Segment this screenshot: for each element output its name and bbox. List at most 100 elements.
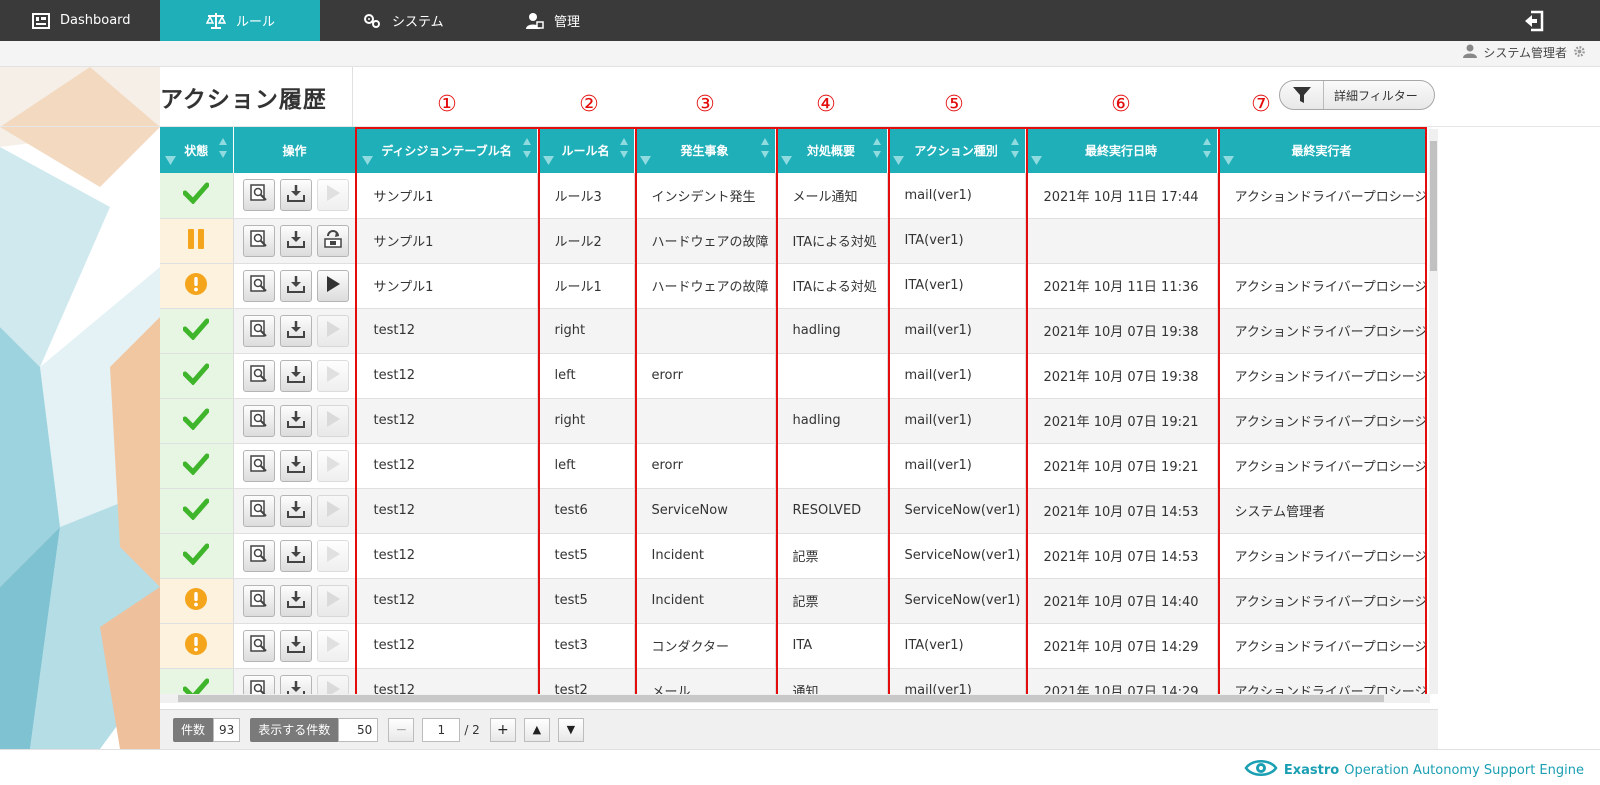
detail-search-icon [249,364,268,387]
download-button[interactable] [279,584,312,617]
column-filter-icon[interactable] [639,154,651,168]
detail-button[interactable] [242,449,275,482]
sort-icon[interactable] [872,137,882,162]
col-rule[interactable]: ルール名 [537,127,635,173]
table-row[interactable]: test12 right hadling mail(ver1) 2021年 10月 07… [160,308,1427,354]
table-body: サンプル1 ルール3 インシデント発生 メール通知 mail(ver1) 2021年 10… [160,173,1427,695]
download-button[interactable] [279,404,312,437]
sort-icon[interactable] [1010,137,1020,162]
sort-icon[interactable] [1202,137,1212,162]
executor-cell: アクションドライバープロシージャ [1217,353,1427,399]
handling-cell [775,443,888,489]
detail-button[interactable] [242,359,275,392]
table-row[interactable]: test12 right hadling mail(ver1) 2021年 10月 07… [160,398,1427,444]
gear-icon[interactable] [1573,45,1586,61]
table-row[interactable]: test12 test6 ServiceNow RESOLVED ServiceNow(… [160,488,1427,534]
column-filter-icon[interactable] [1222,154,1234,168]
download-button[interactable] [279,314,312,347]
detail-button[interactable] [242,674,275,695]
table-row[interactable]: test12 test2 メール 通知 mail(ver1) 2021年 10月 07日 … [160,668,1427,695]
col-action-type[interactable]: アクション種別 [887,127,1026,173]
nav-system[interactable]: システム [320,0,490,41]
download-button[interactable] [279,269,312,302]
table-row[interactable]: サンプル1 ルール1 ハードウェアの故障 ITAによる対処 ITA(ver1) 2021年… [160,263,1427,309]
download-button[interactable] [279,539,312,572]
per-page-input[interactable]: 50 [338,717,379,742]
vertical-scroll-thumb[interactable] [1430,141,1437,271]
resume-button[interactable] [316,224,349,257]
horizontal-scroll-thumb[interactable] [178,695,1384,702]
download-button[interactable] [279,449,312,482]
table-row[interactable]: test12 test5 Incident 記票 ServiceNow(ver1) 202… [160,533,1427,579]
download-button[interactable] [279,359,312,392]
sort-icon[interactable] [522,137,532,162]
table-row[interactable]: test12 left erorr mail(ver1) 2021年 10月 07日 1… [160,353,1427,399]
detail-button[interactable] [242,179,275,212]
decision-table-cell: test12 [356,578,538,624]
detail-button[interactable] [242,224,275,257]
col-event[interactable]: 発生事象 [634,127,776,173]
download-button[interactable] [279,494,312,527]
vertical-scrollbar[interactable] [1429,129,1438,694]
user-menu[interactable]: システム管理者 [1463,44,1586,61]
exastro-logo-icon [1244,757,1278,783]
column-filter-icon[interactable] [165,154,176,168]
rule-cell: ルール3 [537,173,635,219]
col-ops-label: 操作 [282,143,307,158]
executor-cell: アクションドライバープロシージャ [1217,578,1427,624]
column-filter-icon[interactable] [1030,154,1042,168]
detail-filter-button[interactable]: 詳細フィルター [1279,80,1435,110]
play-icon [325,410,341,432]
column-filter-icon[interactable] [361,154,373,168]
prev-page-button[interactable]: − [388,717,415,742]
table-row[interactable]: test12 test3 コンダクター ITA ITA(ver1) 2021年 10月 0… [160,623,1427,669]
detail-button[interactable] [242,269,275,302]
table-row[interactable]: サンプル1 ルール3 インシデント発生 メール通知 mail(ver1) 2021年 10… [160,173,1427,219]
col-last-exec[interactable]: 最終実行日時 [1025,127,1218,173]
detail-button[interactable] [242,539,275,572]
col-decision-table[interactable]: ディシジョンテーブル名 [356,127,538,173]
logout-button[interactable] [1522,9,1546,33]
table-row[interactable]: test12 left erorr mail(ver1) 2021年 10月 07日 1… [160,443,1427,489]
detail-button[interactable] [242,584,275,617]
detail-button[interactable] [242,314,275,347]
download-button[interactable] [279,224,312,257]
detail-button[interactable] [242,494,275,527]
rule-cell: test5 [537,533,635,579]
scroll-bottom-button[interactable]: ▼ [557,717,584,742]
detail-button[interactable] [242,404,275,437]
col-status[interactable]: 状態 [160,127,234,173]
detail-button[interactable] [242,629,275,662]
next-page-button[interactable]: + [489,717,516,742]
col-executor[interactable]: 最終実行者 [1217,127,1427,173]
background-decoration [0,67,160,749]
download-button[interactable] [279,629,312,662]
rerun-button[interactable] [316,269,349,302]
nav-rule[interactable]: ルール [160,0,320,41]
sort-icon[interactable] [218,137,228,162]
table-row[interactable]: サンプル1 ルール2 ハードウェアの故障 ITAによる対処 ITA(ver1) [160,218,1427,264]
table-row[interactable]: test12 test5 Incident 記票 ServiceNow(ver1) 202… [160,578,1427,624]
nav-admin-label: 管理 [554,15,581,30]
page-number-input[interactable]: 1 [422,717,461,742]
nav-dashboard[interactable]: Dashboard [0,0,160,41]
event-cell: インシデント発生 [634,173,776,219]
executor-cell: アクションドライバープロシージャ [1217,263,1427,309]
handling-cell: hadling [775,308,888,354]
action-type-cell: ServiceNow(ver1) [887,488,1026,534]
download-button[interactable] [279,179,312,212]
scroll-top-button[interactable]: ▲ [523,717,550,742]
column-filter-icon[interactable] [542,154,554,168]
horizontal-scrollbar[interactable] [160,694,1430,703]
col-handling[interactable]: 対処概要 [775,127,888,173]
sort-icon[interactable] [619,137,629,162]
action-history-table: 状態 操作 ディシジョンテーブル名 ルール名 発生事象 対処概要 アクション種別… [160,127,1438,695]
last-exec-cell: 2021年 10月 07日 14:40 [1025,578,1218,624]
download-button[interactable] [279,674,312,695]
rerun-button [316,674,349,695]
status-cell [160,398,234,444]
nav-admin[interactable]: 管理 [490,0,660,41]
column-filter-icon[interactable] [892,154,904,168]
sort-icon[interactable] [760,137,770,162]
column-filter-icon[interactable] [780,154,792,168]
